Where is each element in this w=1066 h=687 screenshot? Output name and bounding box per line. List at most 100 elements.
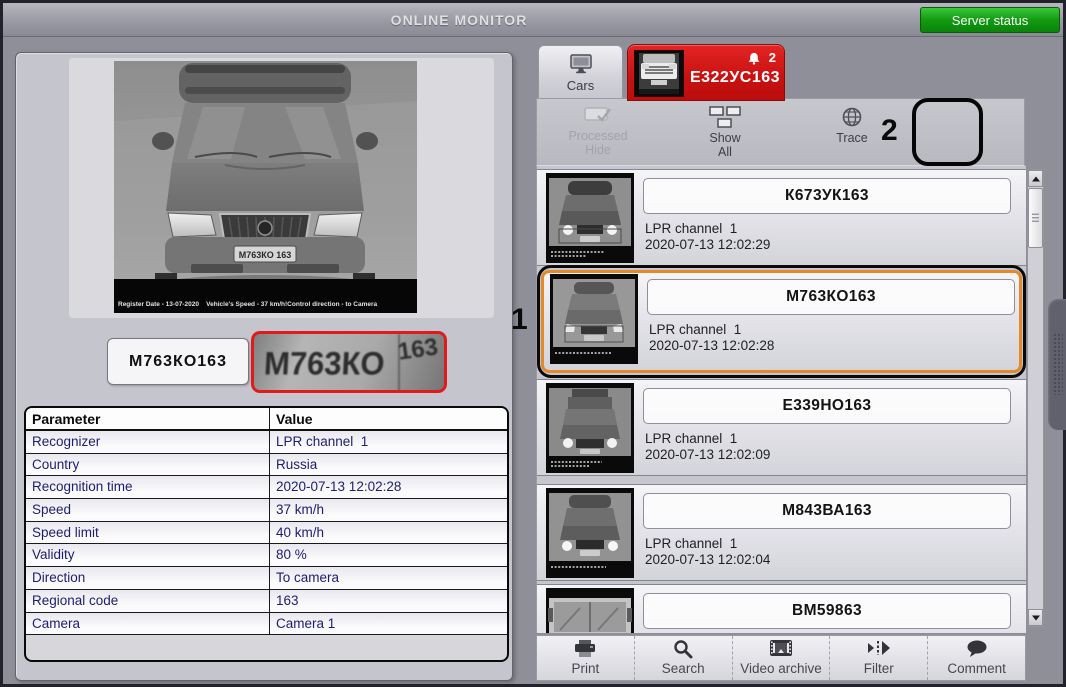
- tab-cars[interactable]: Cars: [538, 45, 623, 98]
- list-item[interactable]: ВМ59863: [537, 584, 1026, 633]
- table-row: Validity 80 %: [26, 544, 507, 568]
- table-row: Speed limit 40 km/h: [26, 521, 507, 545]
- list-item-thumbnail: [546, 173, 634, 263]
- processed-hide-button[interactable]: Processed Hide: [552, 104, 644, 162]
- comment-label: Comment: [947, 661, 1006, 676]
- recognition-detail-panel: М763КО 163 Register Date - 13-07-2020 Ve…: [15, 52, 513, 681]
- list-item-time: 2020-07-13 12:02:28: [649, 338, 775, 353]
- row-value: 2020-07-13 12:02:28: [276, 479, 402, 495]
- vehicle-photo: М763КО 163 Register Date - 13-07-2020 Ve…: [114, 61, 417, 313]
- title-bar: ONLINE MONITOR Server status: [3, 3, 1063, 37]
- alarm-count-badge: 2: [768, 50, 776, 65]
- list-item[interactable]: К673УК163 LPR channel 1 2020-07-13 12:02…: [537, 169, 1026, 266]
- row-parameter: Recognizer: [26, 431, 270, 453]
- list-item-plate: Е339НО163: [643, 388, 1011, 424]
- row-value: Russia: [276, 456, 318, 472]
- list-item-selected[interactable]: М763КО163 LPR channel 1 2020-07-13 12:02…: [541, 270, 1022, 373]
- comment-button[interactable]: Comment: [927, 636, 1025, 680]
- table-row: Camera Camera 1: [26, 612, 507, 636]
- row-parameter: Speed: [26, 499, 270, 521]
- filter-icon: [866, 639, 892, 659]
- show-label-1: Show: [709, 131, 741, 145]
- table-row: Regional code 163: [26, 589, 507, 613]
- table-row: Recognizer LPR channel 1: [26, 431, 507, 454]
- monitor-icon: [569, 54, 592, 79]
- list-item[interactable]: М843ВА163 LPR channel 1 2020-07-13 12:02…: [537, 484, 1026, 581]
- row-parameter: Validity: [26, 544, 270, 567]
- row-value: LPR channel 1: [276, 434, 369, 449]
- search-icon: [673, 639, 693, 659]
- show-label-2: All: [718, 145, 732, 159]
- comment-icon: [966, 639, 988, 659]
- row-value: 163: [276, 592, 299, 608]
- list-item-channel: LPR channel 1: [645, 536, 738, 551]
- printer-icon: [573, 639, 597, 659]
- row-value: Camera 1: [276, 615, 336, 631]
- page-title: ONLINE MONITOR: [390, 12, 528, 28]
- list-item-thumbnail: [550, 274, 638, 364]
- row-parameter: Country: [26, 453, 270, 476]
- table-row: Direction To camera: [26, 567, 507, 590]
- plate-crop-number: М763КО: [263, 345, 386, 382]
- show-all-button[interactable]: Show All: [679, 104, 771, 162]
- list-item-thumbnail: [546, 383, 634, 473]
- table-row: Country Russia: [26, 453, 507, 477]
- list-item-time: 2020-07-13 12:02:04: [645, 552, 771, 567]
- car-plate-label: М763КО 163: [239, 250, 292, 260]
- server-status-button[interactable]: Server status: [920, 7, 1060, 33]
- arrow-down-icon: [1031, 615, 1040, 620]
- side-drawer-handle[interactable]: [1048, 299, 1066, 430]
- show-all-icon: [708, 106, 742, 128]
- list-item-thumbnail: [546, 488, 634, 578]
- row-parameter: Recognition time: [26, 476, 270, 499]
- processed-label-1: Processed: [568, 129, 628, 143]
- list-item-plate: М763КО163: [647, 279, 1015, 315]
- plate-crop-image: М763КО 163: [251, 331, 447, 393]
- annotation-callout-2: 2: [881, 114, 898, 147]
- tab-cars-label: Cars: [566, 78, 595, 93]
- recognition-list: К673УК163 LPR channel 1 2020-07-13 12:02…: [536, 166, 1026, 633]
- scroll-down-button[interactable]: [1028, 609, 1043, 626]
- row-value: 40 km/h: [276, 524, 325, 540]
- plate-crop-inner: М763КО 163: [254, 334, 444, 390]
- list-item-time: 2020-07-13 12:02:29: [645, 237, 771, 252]
- annotation-callout-1: 1: [511, 303, 528, 336]
- header-value: Value: [276, 411, 313, 427]
- table-header-row: Parameter Value: [26, 408, 507, 431]
- list-item-thumbnail: [546, 588, 634, 633]
- scrollbar-thumb[interactable]: [1028, 188, 1043, 248]
- tab-alarm-vehicle[interactable]: Е322УС163 2: [627, 44, 785, 101]
- list-item-plate: К673УК163: [643, 178, 1011, 214]
- bottom-toolbar: Print Search Video archive Filter Commen…: [536, 635, 1026, 681]
- parameter-table: Parameter Value Recognizer LPR channel 1…: [24, 406, 509, 662]
- row-parameter: Direction: [26, 567, 270, 589]
- list-scrollbar[interactable]: [1027, 169, 1044, 627]
- list-item-plate: М843ВА163: [643, 493, 1011, 529]
- video-archive-icon: [769, 639, 793, 659]
- alarm-tab-thumbnail: [634, 50, 684, 97]
- bell-icon: [748, 52, 760, 70]
- plate-crop-region: 163: [396, 333, 440, 366]
- recognized-plate-text: М763КО163: [107, 338, 249, 385]
- arrow-up-icon: [1031, 176, 1040, 181]
- search-button[interactable]: Search: [633, 636, 732, 680]
- print-button[interactable]: Print: [537, 636, 634, 680]
- trace-globe-icon: [841, 106, 863, 128]
- row-parameter: Regional code: [26, 589, 270, 612]
- filter-label: Filter: [863, 661, 894, 676]
- table-row: Speed 37 km/h: [26, 499, 507, 522]
- row-value: 80 %: [276, 547, 307, 563]
- vehicle-photo-graphic: М763КО 163: [114, 61, 417, 313]
- row-parameter: Speed limit: [26, 521, 270, 544]
- list-item[interactable]: Е339НО163 LPR channel 1 2020-07-13 12:02…: [537, 379, 1026, 476]
- scroll-up-button[interactable]: [1028, 170, 1043, 187]
- list-item-plate: ВМ59863: [643, 593, 1011, 629]
- overlay-line-1: Register Date - 13-07-2020 Vehicle's Spe…: [118, 301, 378, 308]
- video-archive-button[interactable]: Video archive: [731, 636, 830, 680]
- row-parameter: Camera: [26, 612, 270, 635]
- row-value: 37 km/h: [276, 502, 325, 518]
- list-toolbar: Processed Hide Show All Trace: [536, 98, 1025, 166]
- alarm-tab-plate: Е322УС163: [689, 69, 781, 86]
- filter-button[interactable]: Filter: [829, 636, 927, 680]
- list-item-channel: LPR channel 1: [645, 431, 738, 446]
